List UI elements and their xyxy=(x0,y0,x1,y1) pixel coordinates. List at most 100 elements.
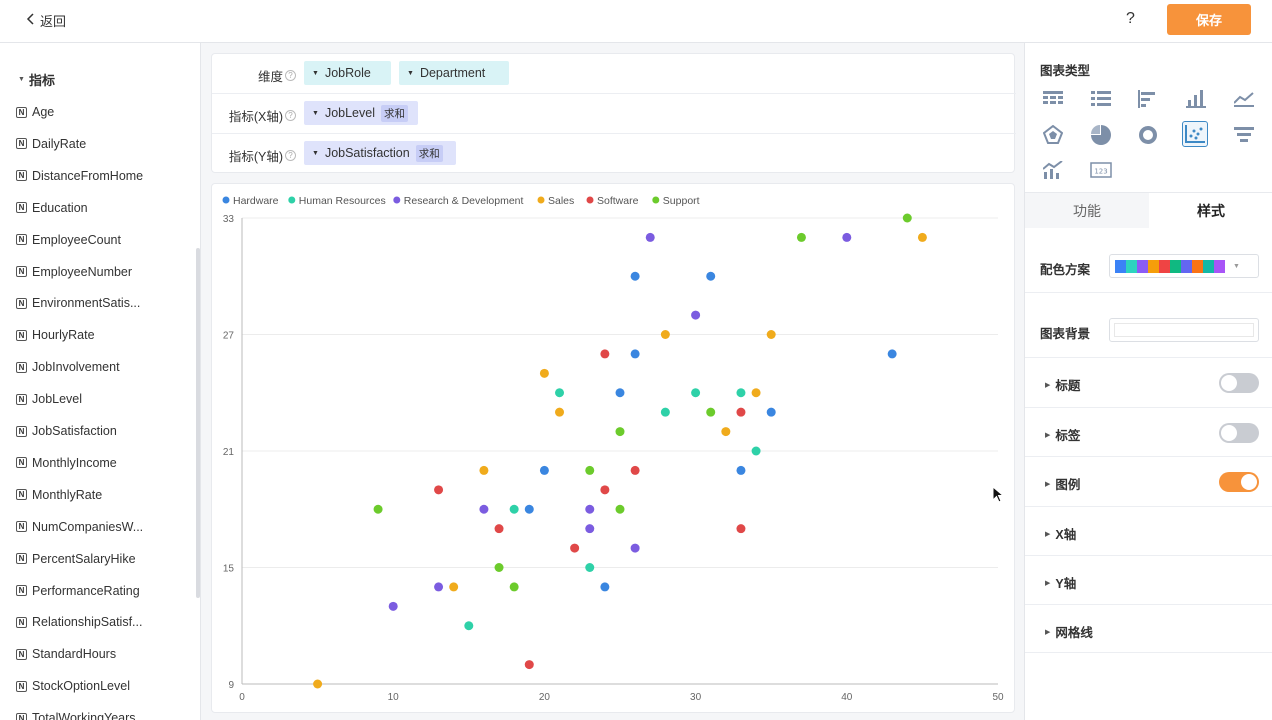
save-button[interactable]: 保存 xyxy=(1167,4,1251,35)
legend-item[interactable]: Sales xyxy=(537,195,575,207)
numeric-field-icon: N xyxy=(16,680,27,692)
legend-marker xyxy=(222,196,230,204)
section-title-row[interactable]: ▶ 标题 xyxy=(1025,358,1272,408)
section-y-axis-row[interactable]: ▶ Y轴 xyxy=(1025,556,1272,605)
sidebar-field-item[interactable]: N EnvironmentSatis... xyxy=(16,294,140,312)
sidebar-field-item[interactable]: N MonthlyRate xyxy=(16,486,102,504)
numeric-field-icon: N xyxy=(16,234,27,246)
sidebar-field-item[interactable]: N PerformanceRating xyxy=(16,582,140,600)
sidebar-field-item[interactable]: N PercentSalaryHike xyxy=(16,550,136,568)
x-metric-label: 指标(X轴) ? xyxy=(229,106,296,125)
help-circle-icon[interactable]: ? xyxy=(285,110,296,121)
legend-toggle[interactable] xyxy=(1219,472,1259,492)
sidebar-field-item[interactable]: N TotalWorkingYears xyxy=(16,709,136,720)
legend-label: Human Resources xyxy=(299,195,386,207)
section-labels-row[interactable]: ▶ 标签 xyxy=(1025,408,1272,457)
legend-item[interactable]: Research & Development xyxy=(393,195,524,207)
sidebar-field-item[interactable]: N HourlyRate xyxy=(16,326,95,344)
section-legend-row[interactable]: ▶ 图例 xyxy=(1025,457,1272,507)
caret-right-icon: ▶ xyxy=(1045,381,1051,389)
labels-toggle[interactable] xyxy=(1219,423,1259,443)
sidebar-field-label: EnvironmentSatis... xyxy=(32,296,141,311)
table-chart-icon[interactable] xyxy=(1040,86,1066,112)
section-gridlines-row[interactable]: ▶ 网格线 xyxy=(1025,605,1272,653)
tab-style[interactable]: 样式 xyxy=(1149,193,1272,228)
legend-marker xyxy=(652,196,660,204)
sidebar-scrollbar[interactable] xyxy=(196,248,200,598)
background-color-picker[interactable] xyxy=(1109,318,1259,342)
toggle-knob xyxy=(1221,425,1237,441)
dimension-pill-department[interactable]: ▼ Department xyxy=(399,61,509,85)
tab-function[interactable]: 功能 xyxy=(1025,193,1149,228)
y-metric-row: 指标(Y轴) ? ▼ JobSatisfaction 求和 xyxy=(212,134,1016,174)
sidebar-field-item[interactable]: N JobSatisfaction xyxy=(16,422,117,440)
sidebar-section-metrics[interactable]: ▼ 指标 xyxy=(18,70,55,89)
data-point xyxy=(630,271,640,281)
section-x-axis-row[interactable]: ▶ X轴 xyxy=(1025,507,1272,556)
title-toggle[interactable] xyxy=(1219,373,1259,393)
legend-item[interactable]: Hardware xyxy=(222,195,279,207)
toggle-knob xyxy=(1221,375,1237,391)
sidebar-field-item[interactable]: N MonthlyIncome xyxy=(16,454,117,472)
sidebar-field-item[interactable]: N EmployeeCount xyxy=(16,231,121,249)
aggregation-badge: 求和 xyxy=(415,144,443,162)
horizontal-bar-chart-icon[interactable] xyxy=(1135,86,1161,112)
sidebar-field-item[interactable]: N DailyRate xyxy=(16,135,86,153)
help-circle-icon[interactable]: ? xyxy=(285,150,296,161)
sidebar-field-label: DailyRate xyxy=(32,136,87,151)
radar-chart-icon[interactable] xyxy=(1040,122,1066,148)
data-point xyxy=(509,504,519,514)
data-point xyxy=(539,465,549,475)
numeric-field-icon: N xyxy=(16,329,27,341)
back-button[interactable]: 返回 xyxy=(26,11,66,30)
sidebar-field-label: StockOptionLevel xyxy=(32,679,130,694)
bar-chart-icon[interactable] xyxy=(1183,86,1209,112)
numeric-field-icon: N xyxy=(16,393,27,405)
numeric-field-icon: N xyxy=(16,202,27,214)
sidebar-field-label: MonthlyIncome xyxy=(32,455,117,470)
color-swatch xyxy=(1159,259,1170,273)
y-metric-pill[interactable]: ▼ JobSatisfaction 求和 xyxy=(304,141,456,165)
data-point xyxy=(539,368,549,378)
combo-chart-icon[interactable] xyxy=(1040,157,1066,183)
scatter-chart-icon[interactable] xyxy=(1182,121,1208,147)
number-card-icon[interactable]: 123 xyxy=(1088,157,1114,183)
x-metric-pill[interactable]: ▼ JobLevel 求和 xyxy=(304,101,418,125)
mouse-cursor-icon xyxy=(992,485,1005,507)
pie-chart-icon[interactable] xyxy=(1088,122,1114,148)
color-swatch xyxy=(1203,259,1214,273)
sidebar-field-item[interactable]: N JobInvolvement xyxy=(16,358,120,376)
sidebar-field-item[interactable]: N NumCompaniesW... xyxy=(16,518,143,536)
aggregation-badge: 求和 xyxy=(380,104,408,122)
y-tick-label: 9 xyxy=(228,680,234,691)
sidebar-field-item[interactable]: N StandardHours xyxy=(16,645,116,663)
line-chart-icon[interactable] xyxy=(1231,86,1257,112)
donut-chart-icon[interactable] xyxy=(1135,122,1161,148)
data-point xyxy=(842,232,852,242)
data-point xyxy=(600,485,610,495)
legend-label: Support xyxy=(663,195,700,207)
list-chart-icon[interactable] xyxy=(1088,86,1114,112)
sidebar-field-item[interactable]: N EmployeeNumber xyxy=(16,263,132,281)
sidebar-field-item[interactable]: N JobLevel xyxy=(16,390,82,408)
data-point xyxy=(585,524,595,534)
help-circle-icon[interactable]: ? xyxy=(285,70,296,81)
sidebar-field-item[interactable]: N StockOptionLevel xyxy=(16,677,130,695)
sidebar-field-item[interactable]: N Education xyxy=(16,199,88,217)
data-point xyxy=(630,349,640,359)
color-scheme-select[interactable]: ▼ xyxy=(1109,254,1259,278)
caret-down-icon: ▼ xyxy=(407,69,414,77)
legend-item[interactable]: Human Resources xyxy=(288,195,386,207)
sidebar-field-item[interactable]: N DistanceFromHome xyxy=(16,167,143,185)
numeric-field-icon: N xyxy=(16,361,27,373)
legend-item[interactable]: Support xyxy=(652,195,700,207)
data-point xyxy=(555,388,565,398)
help-icon[interactable]: ? xyxy=(1126,10,1135,28)
legend-item[interactable]: Software xyxy=(586,195,639,207)
dimension-pill-jobrole[interactable]: ▼ JobRole xyxy=(304,61,391,85)
x-tick-label: 30 xyxy=(690,692,702,703)
top-bar: 返回 ? 保存 xyxy=(0,0,1272,43)
sidebar-field-item[interactable]: N RelationshipSatisf... xyxy=(16,613,142,631)
sidebar-field-item[interactable]: N Age xyxy=(16,103,54,121)
funnel-chart-icon[interactable] xyxy=(1231,122,1257,148)
